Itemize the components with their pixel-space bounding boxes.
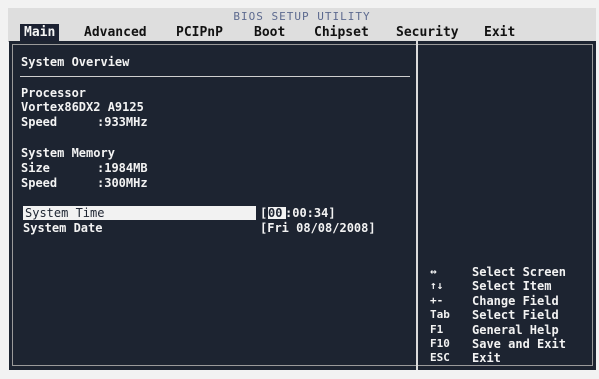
- help-key-plus-minus: +-: [430, 294, 444, 307]
- tab-security[interactable]: Security: [392, 24, 463, 42]
- section-divider: [20, 76, 410, 77]
- left-pane: System Overview Processor Vortex86DX2 A9…: [9, 41, 418, 370]
- help-desc-select-field: Select Field: [472, 308, 559, 322]
- tab-pcipnp[interactable]: PCIPnP: [172, 24, 227, 42]
- help-desc-general-help: General Help: [472, 323, 559, 337]
- bios-screen: BIOS SETUP UTILITY Main Advanced PCIPnP …: [0, 0, 599, 379]
- processor-speed-value: :933MHz: [97, 115, 148, 129]
- help-desc-change-field: Change Field: [472, 294, 559, 308]
- tab-main[interactable]: Main: [20, 24, 60, 42]
- memory-size-label: Size: [21, 161, 50, 175]
- tab-exit[interactable]: Exit: [480, 24, 519, 42]
- help-key-left-right: ↔: [430, 265, 437, 278]
- memory-size-value: :1984MB: [97, 161, 148, 175]
- help-desc-exit: Exit: [472, 351, 501, 365]
- help-key-esc: ESC: [430, 351, 450, 364]
- system-time-hour[interactable]: 00: [268, 206, 282, 220]
- system-overview-title: System Overview: [21, 55, 130, 69]
- tab-boot[interactable]: Boot: [250, 24, 289, 42]
- tab-chipset[interactable]: Chipset: [310, 24, 373, 42]
- menu-bar: BIOS SETUP UTILITY Main Advanced PCIPnP …: [8, 8, 596, 42]
- system-time-row-highlight[interactable]: System Time: [23, 206, 256, 220]
- memory-speed-label: Speed: [21, 176, 58, 190]
- help-desc-select-item: Select Item: [472, 279, 552, 293]
- system-time-rest[interactable]: :00:34]: [285, 206, 336, 220]
- main-content: System Overview Processor Vortex86DX2 A9…: [9, 41, 596, 370]
- system-time-open-bracket: [: [260, 206, 268, 220]
- bios-title: BIOS SETUP UTILITY: [233, 10, 371, 23]
- help-desc-save-exit: Save and Exit: [472, 337, 566, 351]
- help-key-f1: F1: [430, 323, 444, 336]
- memory-heading: System Memory: [21, 146, 115, 160]
- system-date-value[interactable]: [Fri 08/08/2008]: [260, 221, 376, 235]
- tab-advanced[interactable]: Advanced: [80, 24, 151, 42]
- system-date-label[interactable]: System Date: [23, 221, 102, 235]
- processor-speed-label: Speed: [21, 115, 58, 129]
- help-pane: ↔ Select Screen ↑↓ Select Item +- Change…: [420, 41, 596, 370]
- help-key-f10: F10: [430, 337, 450, 350]
- help-key-tab: Tab: [430, 308, 450, 321]
- processor-heading: Processor: [21, 86, 87, 100]
- memory-speed-value: :300MHz: [97, 176, 148, 190]
- help-key-up-down: ↑↓: [430, 279, 444, 292]
- processor-model: Vortex86DX2 A9125: [21, 100, 144, 114]
- help-desc-select-screen: Select Screen: [472, 265, 566, 279]
- system-time-label: System Time: [25, 206, 105, 220]
